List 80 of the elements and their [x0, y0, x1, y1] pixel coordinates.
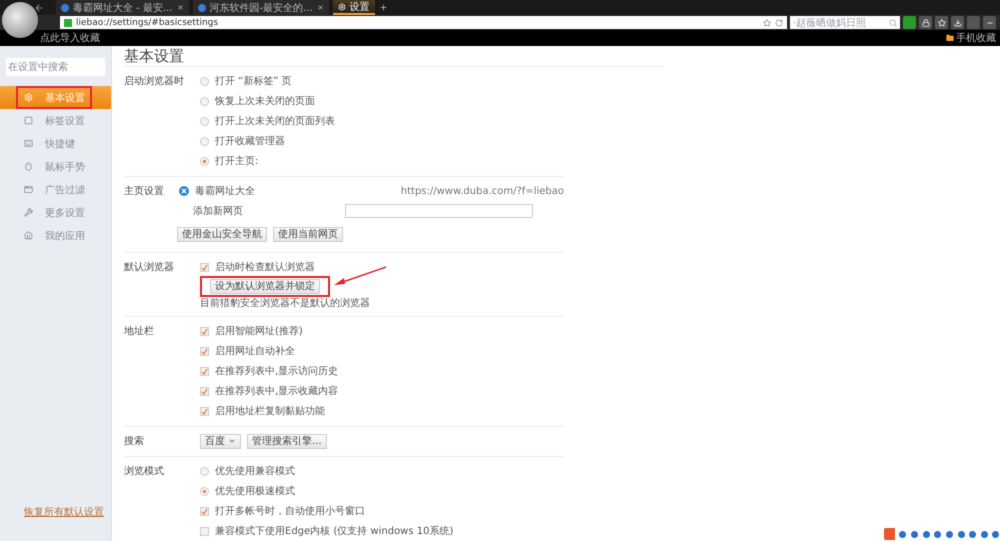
radio-button[interactable]: [200, 136, 209, 146]
gear-icon: [24, 93, 33, 102]
back-icon[interactable]: [34, 2, 44, 12]
close-icon[interactable]: [176, 4, 184, 11]
option-label: 打开主页:: [215, 154, 258, 168]
download-icon[interactable]: [951, 16, 964, 29]
checkbox[interactable]: [200, 386, 209, 396]
option-label: 在推荐列表中,显示访问历史: [215, 364, 338, 378]
reload-icon[interactable]: [775, 18, 783, 26]
annotation-arrow: [332, 264, 388, 286]
option-label: 启动时检查默认浏览器: [215, 260, 315, 274]
section-label: 启动浏览器时: [124, 74, 185, 89]
add-page-label: 添加新网页: [192, 204, 244, 218]
option-label: 打开收藏管理器: [215, 134, 285, 148]
gear-icon: [338, 2, 346, 10]
status-note: 目前猎豹安全浏览器不是默认的浏览器: [200, 296, 370, 310]
section-label: 搜索: [124, 434, 145, 449]
option-label: 打开 “新标签” 页: [215, 74, 292, 88]
site-icon: [61, 4, 69, 12]
engine-select[interactable]: 百度: [200, 434, 241, 448]
caret-icon: [228, 437, 236, 445]
option-label: 打开上次未关闭的页面列表: [215, 114, 335, 128]
checkbox[interactable]: [200, 526, 209, 536]
page-title: 基本设置: [124, 46, 664, 67]
address-field[interactable]: liebao://settings/#basicsettings: [60, 16, 787, 29]
manage-engines-button[interactable]: 管理搜索引擎...: [247, 434, 327, 448]
browser-tab[interactable]: 设置: [332, 0, 375, 15]
settings-search-field[interactable]: 在设置中搜索: [6, 58, 105, 76]
section-label: 默认浏览器: [124, 260, 175, 275]
radio-button[interactable]: [200, 116, 209, 126]
star-icon[interactable]: [763, 18, 771, 26]
radio-button[interactable]: [200, 486, 209, 496]
section-label: 浏览模式: [124, 464, 165, 479]
option-label: 优先使用兼容模式: [215, 464, 295, 478]
import-bookmarks-link[interactable]: 点此导入收藏: [40, 31, 100, 45]
logo-icon: [178, 186, 189, 196]
browser-tab[interactable]: 河东软件园-最安全的...: [192, 0, 329, 15]
section-label: 主页设置: [124, 184, 165, 199]
option-label: 在推荐列表中,显示收藏内容: [215, 384, 338, 398]
set-default-button[interactable]: 设为默认浏览器并锁定: [210, 278, 320, 294]
homepage-url: https://www.duba.com/?f=liebao: [400, 186, 564, 196]
option-label: 优先使用极速模式: [215, 484, 295, 498]
url-input-field[interactable]: [344, 204, 533, 218]
checkbox[interactable]: [200, 262, 209, 272]
section-label: 地址栏: [124, 324, 155, 339]
square-icon: [24, 116, 33, 125]
option-label: 打开多帐号时，自动使用小号窗口: [215, 504, 365, 518]
radio-button[interactable]: [200, 76, 209, 86]
checkbox[interactable]: [200, 366, 209, 376]
option-label: 兼容模式下使用Edge内核 (仅支持 windows 10系统): [215, 524, 454, 538]
house-icon: [24, 231, 33, 240]
lock-icon[interactable]: [919, 16, 932, 29]
secure-icon: [64, 18, 72, 26]
radio-button[interactable]: [200, 156, 209, 166]
folder-icon: [946, 34, 954, 42]
checkbox[interactable]: [200, 346, 209, 356]
keyboard-icon: [24, 139, 33, 148]
homepage-name: 毒霸网址大全: [194, 184, 255, 198]
option-label: 恢复上次未关闭的页面: [215, 94, 315, 108]
menu-icon[interactable]: [983, 16, 996, 29]
checkbox[interactable]: [200, 326, 209, 336]
checkbox[interactable]: [200, 406, 209, 416]
radio-button[interactable]: [200, 96, 209, 106]
option-label: 启用网址自动补全: [215, 344, 295, 358]
star-icon[interactable]: [935, 16, 948, 29]
option-label: 启用智能网址(推荐): [215, 324, 303, 338]
option-label: 启用地址栏复制黏贴功能: [215, 404, 325, 418]
window-icon: [24, 185, 33, 194]
mouse-icon: [24, 162, 33, 171]
close-icon[interactable]: [316, 4, 324, 11]
browser-tab[interactable]: 毒霸网址大全 - 最安...: [56, 0, 189, 15]
bookmark-folder[interactable]: 手机收藏: [956, 31, 996, 45]
radio-button[interactable]: [200, 466, 209, 476]
site-icon: [198, 4, 206, 12]
search-icon[interactable]: [889, 18, 897, 26]
action-button[interactable]: 使用金山安全导航: [176, 226, 267, 242]
new-tab-icon[interactable]: [378, 3, 388, 12]
checkbox[interactable]: [200, 506, 209, 516]
action-button[interactable]: 使用当前网页: [272, 226, 343, 242]
wrench-icon: [24, 208, 33, 217]
